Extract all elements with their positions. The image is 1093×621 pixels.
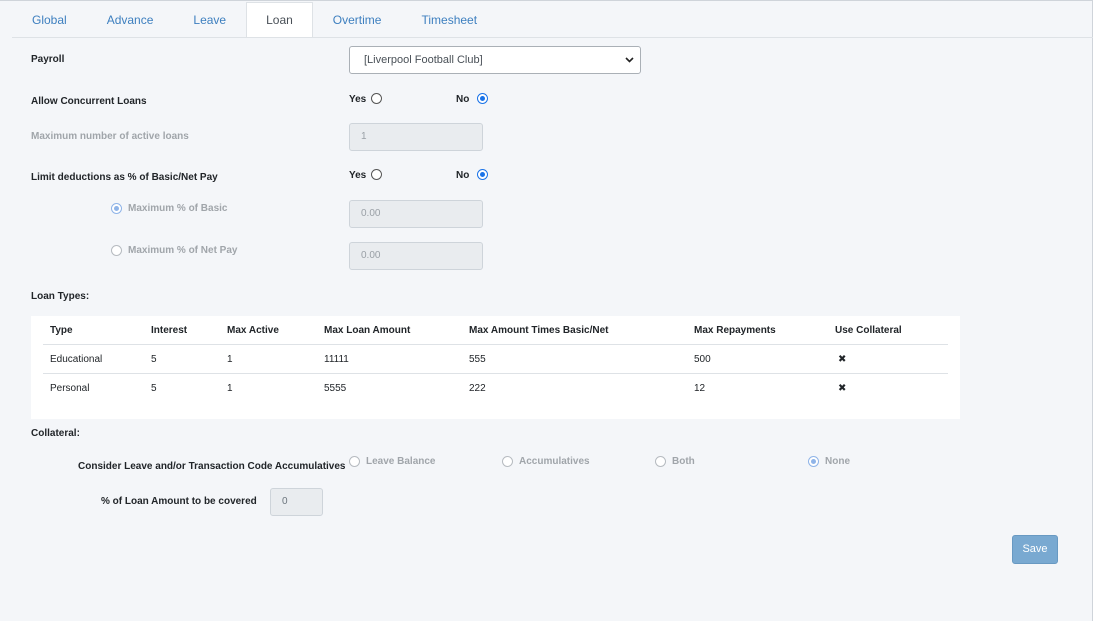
cell-max-loan-amount: 5555: [324, 383, 347, 394]
max-net-label: Maximum % of Net Pay: [128, 245, 238, 256]
chevron-down-icon: [625, 57, 634, 63]
collateral-leave-balance-label: Leave Balance: [366, 456, 436, 467]
tab-advance[interactable]: Advance: [87, 2, 174, 37]
col-interest: Interest: [151, 325, 188, 336]
concurrent-no-label: No: [456, 94, 470, 105]
limit-no-label: No: [456, 170, 470, 181]
cell-interest: 5: [151, 383, 157, 394]
collateral-title: Collateral:: [31, 428, 80, 439]
max-basic-label: Maximum % of Basic: [128, 203, 228, 214]
limit-yes-radio[interactable]: [371, 168, 383, 180]
tab-bar: Global Advance Leave Loan Overtime Times…: [12, 2, 497, 37]
tab-global[interactable]: Global: [12, 2, 87, 37]
cell-max-repayments: 500: [694, 354, 711, 365]
cell-max-loan-amount: 11111: [324, 354, 349, 365]
max-net-radio[interactable]: [111, 245, 122, 256]
concurrent-no-radio[interactable]: [477, 92, 489, 104]
collateral-none-option[interactable]: None: [808, 456, 850, 467]
col-max-active: Max Active: [227, 325, 279, 336]
close-icon: ✖: [838, 354, 847, 365]
collateral-accumulatives-option[interactable]: Accumulatives: [502, 456, 590, 467]
limit-no-radio[interactable]: [477, 168, 489, 180]
cell-max-active: 1: [227, 354, 233, 365]
collateral-accumulatives-label: Accumulatives: [519, 456, 590, 467]
tab-timesheet[interactable]: Timesheet: [401, 2, 497, 37]
concurrent-loans-label: Allow Concurrent Loans: [31, 96, 147, 107]
collateral-none-label: None: [825, 456, 850, 467]
cell-max-amount-times: 555: [469, 354, 486, 365]
max-basic-option[interactable]: Maximum % of Basic: [111, 203, 227, 214]
limit-yes-option[interactable]: Yes: [349, 167, 383, 181]
save-button[interactable]: Save: [1012, 535, 1058, 564]
concurrent-yes-radio[interactable]: [371, 92, 383, 104]
cell-max-repayments: 12: [694, 383, 706, 394]
cell-type: Personal: [50, 383, 90, 394]
payroll-label: Payroll: [31, 54, 65, 65]
collateral-both-option[interactable]: Both: [655, 456, 695, 467]
payroll-selected-value: [Liverpool Football Club]: [364, 54, 483, 66]
limit-deductions-label: Limit deductions as % of Basic/Net Pay: [31, 172, 218, 183]
limit-yes-label: Yes: [349, 170, 367, 181]
loan-types-title: Loan Types:: [31, 291, 90, 302]
cell-type: Educational: [50, 354, 103, 365]
max-net-input[interactable]: 0.00: [349, 242, 483, 270]
loan-coverage-label: % of Loan Amount to be covered: [101, 496, 257, 507]
max-basic-input[interactable]: 0.00: [349, 200, 483, 228]
cell-interest: 5: [151, 354, 157, 365]
table-row[interactable]: Educational 5 1 11111 555 500 ✖: [43, 345, 948, 374]
concurrent-yes-label: Yes: [349, 94, 367, 105]
loan-coverage-input[interactable]: 0: [270, 488, 323, 516]
top-border: [0, 0, 1093, 1]
max-active-loans-label: Maximum number of active loans: [31, 131, 189, 142]
tab-loan[interactable]: Loan: [246, 2, 313, 37]
concurrent-no-option[interactable]: No: [456, 91, 489, 105]
max-active-loans-input[interactable]: 1: [349, 123, 483, 151]
tab-overtime[interactable]: Overtime: [313, 2, 402, 37]
collateral-leave-balance-radio[interactable]: [349, 456, 360, 467]
col-max-amount-times: Max Amount Times Basic/Net: [469, 325, 609, 336]
tab-divider: [12, 37, 1093, 38]
cell-max-amount-times: 222: [469, 383, 486, 394]
col-type: Type: [50, 325, 73, 336]
col-use-collateral: Use Collateral: [835, 325, 902, 336]
col-max-repayments: Max Repayments: [694, 325, 776, 336]
consider-accumulatives-label: Consider Leave and/or Transaction Code A…: [78, 461, 346, 472]
table-header: Type Interest Max Active Max Loan Amount…: [43, 316, 948, 345]
table-row[interactable]: Personal 5 1 5555 222 12 ✖: [43, 374, 948, 403]
collateral-leave-balance-option[interactable]: Leave Balance: [349, 456, 436, 467]
close-icon: ✖: [838, 383, 847, 394]
concurrent-yes-option[interactable]: Yes: [349, 91, 383, 105]
collateral-none-radio[interactable]: [808, 456, 819, 467]
cell-max-active: 1: [227, 383, 233, 394]
limit-no-option[interactable]: No: [456, 167, 489, 181]
max-net-option[interactable]: Maximum % of Net Pay: [111, 245, 237, 256]
col-max-loan-amount: Max Loan Amount: [324, 325, 411, 336]
max-basic-radio[interactable]: [111, 203, 122, 214]
collateral-both-label: Both: [672, 456, 695, 467]
collateral-accumulatives-radio[interactable]: [502, 456, 513, 467]
payroll-select[interactable]: [Liverpool Football Club]: [349, 46, 641, 74]
collateral-both-radio[interactable]: [655, 456, 666, 467]
loan-types-table: Type Interest Max Active Max Loan Amount…: [31, 316, 960, 419]
tab-leave[interactable]: Leave: [173, 2, 246, 37]
